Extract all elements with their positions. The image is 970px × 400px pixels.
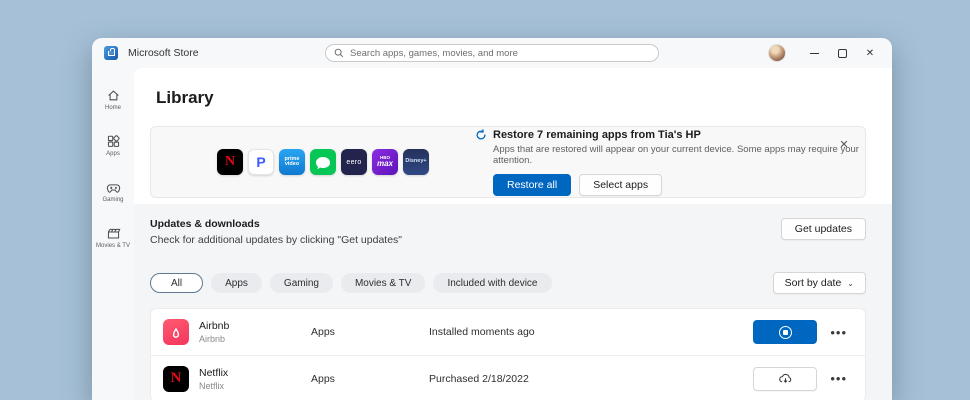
banner-close-button[interactable]: ✕ (836, 136, 852, 152)
gaming-icon (106, 180, 121, 195)
select-apps-button[interactable]: Select apps (579, 174, 662, 196)
get-updates-button[interactable]: Get updates (781, 218, 866, 240)
minimize-icon (810, 53, 819, 54)
sidebar-item-movies-tv[interactable]: Movies & TV (93, 214, 133, 260)
netflix-app-icon: N (217, 149, 243, 175)
prime-video-app-icon: prime video (279, 149, 305, 175)
microsoft-store-window: Microsoft Store ✕ Home Apps Gaming (92, 38, 892, 400)
close-button[interactable]: ✕ (856, 42, 884, 64)
sync-restore-icon (475, 129, 487, 141)
close-icon: ✕ (839, 138, 848, 151)
apps-icon (106, 134, 121, 149)
maximize-icon (838, 49, 847, 58)
app-publisher: Netflix (199, 381, 228, 391)
sidebar-item-apps[interactable]: Apps (93, 122, 133, 168)
search-box[interactable] (325, 44, 659, 62)
line-app-icon (310, 149, 336, 175)
filter-pills-row: All Apps Gaming Movies & TV Included wit… (150, 272, 866, 294)
app-category: Apps (311, 373, 429, 385)
updates-title: Updates & downloads (150, 218, 402, 230)
disney-plus-app-icon: Disney+ (403, 149, 429, 175)
app-title: Microsoft Store (128, 47, 199, 59)
library-row-airbnb[interactable]: Airbnb Airbnb Apps Installed moments ago… (151, 309, 865, 355)
sidebar-item-home[interactable]: Home (93, 76, 133, 122)
app-name: Airbnb (199, 320, 229, 332)
sidebar-item-gaming[interactable]: Gaming (93, 168, 133, 214)
app-publisher: Airbnb (199, 334, 229, 344)
search-icon (334, 48, 344, 58)
installing-progress-button[interactable] (753, 320, 817, 344)
pandora-app-icon: P (248, 149, 274, 175)
cloud-download-button[interactable] (753, 367, 817, 391)
netflix-app-icon: N (163, 366, 189, 392)
airbnb-app-icon (163, 319, 189, 345)
account-avatar[interactable] (768, 44, 786, 62)
filter-pill-movies-tv[interactable]: Movies & TV (341, 273, 426, 293)
sidebar: Home Apps Gaming Movies & TV (92, 68, 134, 400)
more-options-button[interactable]: ••• (824, 323, 853, 342)
eero-app-icon: eero (341, 149, 367, 175)
restore-app-icons: N P prime video eero HBOmax Disney+ (217, 149, 429, 175)
filter-pill-all[interactable]: All (150, 273, 203, 293)
hbo-max-app-icon: HBOmax (372, 149, 398, 175)
close-icon: ✕ (866, 48, 874, 59)
store-logo-icon (104, 46, 118, 60)
maximize-button[interactable] (828, 42, 856, 64)
sort-by-date-dropdown[interactable]: Sort by date ⌄ (773, 272, 866, 294)
content-area: Library N P prime video eero HBOmax Disn… (134, 68, 892, 400)
filter-pill-gaming[interactable]: Gaming (270, 273, 333, 293)
more-options-button[interactable]: ••• (824, 369, 853, 388)
updates-section: Updates & downloads Check for additional… (134, 204, 892, 400)
updates-subtitle: Check for additional updates by clicking… (150, 234, 402, 246)
home-icon (106, 88, 121, 103)
minimize-button[interactable] (800, 42, 828, 64)
titlebar: Microsoft Store ✕ (92, 38, 892, 68)
restore-banner-title: Restore 7 remaining apps from Tia's HP (493, 129, 701, 141)
chevron-down-icon: ⌄ (847, 279, 854, 288)
app-status: Installed moments ago (429, 326, 753, 338)
movies-tv-icon (106, 226, 121, 241)
search-input[interactable] (350, 48, 650, 59)
filter-pill-included-with-device[interactable]: Included with device (433, 273, 551, 293)
page-title: Library (156, 88, 892, 108)
filter-pill-apps[interactable]: Apps (211, 273, 262, 293)
app-name: Netflix (199, 367, 228, 379)
restore-all-button[interactable]: Restore all (493, 174, 571, 196)
progress-stop-icon (779, 326, 792, 339)
library-list: Airbnb Airbnb Apps Installed moments ago… (150, 308, 866, 400)
restore-banner: N P prime video eero HBOmax Disney+ Rest… (150, 126, 866, 198)
app-category: Apps (311, 326, 429, 338)
library-row-netflix[interactable]: N Netflix Netflix Apps Purchased 2/18/20… (151, 355, 865, 400)
restore-banner-description: Apps that are restored will appear on yo… (493, 144, 865, 166)
app-status: Purchased 2/18/2022 (429, 373, 753, 385)
cloud-download-icon (778, 372, 793, 385)
